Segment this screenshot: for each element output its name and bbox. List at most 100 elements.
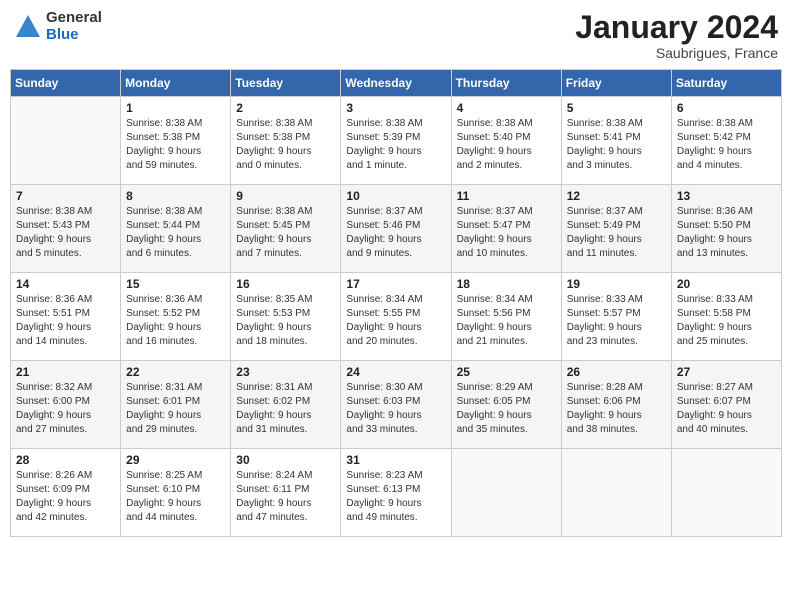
- day-info: Sunrise: 8:32 AM Sunset: 6:00 PM Dayligh…: [16, 381, 115, 437]
- day-header-thursday: Thursday: [451, 70, 561, 97]
- calendar-cell: 8 Sunrise: 8:38 AM Sunset: 5:44 PM Daylig…: [121, 185, 231, 273]
- calendar-cell: 20Sunrise: 8:33 AM Sunset: 5:58 PM Dayli…: [671, 273, 781, 361]
- day-info: Sunrise: 8:33 AM Sunset: 5:57 PM Dayligh…: [567, 293, 666, 349]
- calendar-cell: 24 Sunrise: 8:30 AM Sunset: 6:03 PM Dayli…: [341, 361, 451, 449]
- day-info: Sunrise: 8:38 AM Sunset: 5:38 PM Dayligh…: [126, 117, 225, 173]
- day-header-monday: Monday: [121, 70, 231, 97]
- logo: General Blue: [14, 10, 102, 43]
- calendar-cell: 19Sunrise: 8:33 AM Sunset: 5:57 PM Dayli…: [561, 273, 671, 361]
- day-number: 11: [457, 189, 556, 203]
- day-info: Sunrise: 8:25 AM Sunset: 6:10 PM Dayligh…: [126, 469, 225, 525]
- day-number: 4: [457, 101, 556, 115]
- week-row-4: 21 Sunrise: 8:32 AM Sunset: 6:00 PM Dayli…: [11, 361, 782, 449]
- day-info: Sunrise: 8:38 AM Sunset: 5:43 PM Dayligh…: [16, 205, 115, 261]
- day-info: Sunrise: 8:26 AM Sunset: 6:09 PM Dayligh…: [16, 469, 115, 525]
- day-info: Sunrise: 8:37 AM Sunset: 5:49 PM Dayligh…: [567, 205, 666, 261]
- day-number: 27: [677, 365, 776, 379]
- day-number: 8: [126, 189, 225, 203]
- day-number: 10: [346, 189, 445, 203]
- day-number: 31: [346, 453, 445, 467]
- calendar-cell: 15 Sunrise: 8:36 AM Sunset: 5:52 PM Dayli…: [121, 273, 231, 361]
- day-info: Sunrise: 8:38 AM Sunset: 5:44 PM Dayligh…: [126, 205, 225, 261]
- day-info: Sunrise: 8:38 AM Sunset: 5:45 PM Dayligh…: [236, 205, 335, 261]
- calendar-cell: 14 Sunrise: 8:36 AM Sunset: 5:51 PM Dayli…: [11, 273, 121, 361]
- day-number: 3: [346, 101, 445, 115]
- day-info: Sunrise: 8:38 AM Sunset: 5:41 PM Dayligh…: [567, 117, 666, 173]
- day-number: 15: [126, 277, 225, 291]
- day-info: Sunrise: 8:28 AM Sunset: 6:06 PM Dayligh…: [567, 381, 666, 437]
- day-info: Sunrise: 8:37 AM Sunset: 5:47 PM Dayligh…: [457, 205, 556, 261]
- week-row-5: 28 Sunrise: 8:26 AM Sunset: 6:09 PM Dayli…: [11, 449, 782, 537]
- day-info: Sunrise: 8:38 AM Sunset: 5:38 PM Dayligh…: [236, 117, 335, 173]
- calendar-cell: 22 Sunrise: 8:31 AM Sunset: 6:01 PM Dayli…: [121, 361, 231, 449]
- calendar-cell: 3 Sunrise: 8:38 AM Sunset: 5:39 PM Daylig…: [341, 97, 451, 185]
- calendar-cell: 26 Sunrise: 8:28 AM Sunset: 6:06 PM Dayli…: [561, 361, 671, 449]
- calendar-cell: 29 Sunrise: 8:25 AM Sunset: 6:10 PM Dayli…: [121, 449, 231, 537]
- day-number: 25: [457, 365, 556, 379]
- day-info: Sunrise: 8:34 AM Sunset: 5:55 PM Dayligh…: [346, 293, 445, 349]
- day-info: Sunrise: 8:35 AM Sunset: 5:53 PM Dayligh…: [236, 293, 335, 349]
- day-number: 22: [126, 365, 225, 379]
- day-info: Sunrise: 8:31 AM Sunset: 6:01 PM Dayligh…: [126, 381, 225, 437]
- calendar-cell: 7Sunrise: 8:38 AM Sunset: 5:43 PM Daylig…: [11, 185, 121, 273]
- day-number: 26: [567, 365, 666, 379]
- day-number: 18: [457, 277, 556, 291]
- day-info: Sunrise: 8:36 AM Sunset: 5:52 PM Dayligh…: [126, 293, 225, 349]
- day-number: 24: [346, 365, 445, 379]
- day-info: Sunrise: 8:31 AM Sunset: 6:02 PM Dayligh…: [236, 381, 335, 437]
- day-number: 23: [236, 365, 335, 379]
- day-number: 29: [126, 453, 225, 467]
- day-header-wednesday: Wednesday: [341, 70, 451, 97]
- calendar-cell: 21 Sunrise: 8:32 AM Sunset: 6:00 PM Dayli…: [11, 361, 121, 449]
- day-info: Sunrise: 8:36 AM Sunset: 5:50 PM Dayligh…: [677, 205, 776, 261]
- calendar-cell: 6Sunrise: 8:38 AM Sunset: 5:42 PM Daylig…: [671, 97, 781, 185]
- header: General Blue January 2024 Saubrigues, Fr…: [10, 10, 782, 61]
- calendar-cell: [451, 449, 561, 537]
- logo-icon: [14, 13, 42, 41]
- logo-blue-text: Blue: [46, 27, 102, 44]
- week-row-3: 14 Sunrise: 8:36 AM Sunset: 5:51 PM Dayli…: [11, 273, 782, 361]
- day-number: 20: [677, 277, 776, 291]
- calendar-cell: 23 Sunrise: 8:31 AM Sunset: 6:02 PM Dayli…: [231, 361, 341, 449]
- week-row-1: 1 Sunrise: 8:38 AM Sunset: 5:38 PM Daylig…: [11, 97, 782, 185]
- day-number: 1: [126, 101, 225, 115]
- calendar-cell: [671, 449, 781, 537]
- calendar-cell: 5 Sunrise: 8:38 AM Sunset: 5:41 PM Daylig…: [561, 97, 671, 185]
- day-header-friday: Friday: [561, 70, 671, 97]
- day-number: 17: [346, 277, 445, 291]
- day-info: Sunrise: 8:34 AM Sunset: 5:56 PM Dayligh…: [457, 293, 556, 349]
- calendar-table: SundayMondayTuesdayWednesdayThursdayFrid…: [10, 69, 782, 537]
- day-number: 28: [16, 453, 115, 467]
- title-area: January 2024 Saubrigues, France: [575, 10, 778, 61]
- day-info: Sunrise: 8:24 AM Sunset: 6:11 PM Dayligh…: [236, 469, 335, 525]
- calendar-cell: 12 Sunrise: 8:37 AM Sunset: 5:49 PM Dayli…: [561, 185, 671, 273]
- logo-text: General Blue: [46, 10, 102, 43]
- day-info: Sunrise: 8:36 AM Sunset: 5:51 PM Dayligh…: [16, 293, 115, 349]
- day-number: 13: [677, 189, 776, 203]
- day-number: 12: [567, 189, 666, 203]
- calendar-cell: 17 Sunrise: 8:34 AM Sunset: 5:55 PM Dayli…: [341, 273, 451, 361]
- calendar-cell: 1 Sunrise: 8:38 AM Sunset: 5:38 PM Daylig…: [121, 97, 231, 185]
- day-info: Sunrise: 8:38 AM Sunset: 5:39 PM Dayligh…: [346, 117, 445, 173]
- day-headers-row: SundayMondayTuesdayWednesdayThursdayFrid…: [11, 70, 782, 97]
- calendar-cell: 10Sunrise: 8:37 AM Sunset: 5:46 PM Dayli…: [341, 185, 451, 273]
- day-number: 14: [16, 277, 115, 291]
- location-title: Saubrigues, France: [575, 45, 778, 61]
- day-number: 30: [236, 453, 335, 467]
- calendar-cell: 13 Sunrise: 8:36 AM Sunset: 5:50 PM Dayli…: [671, 185, 781, 273]
- calendar-cell: 18 Sunrise: 8:34 AM Sunset: 5:56 PM Dayli…: [451, 273, 561, 361]
- day-info: Sunrise: 8:30 AM Sunset: 6:03 PM Dayligh…: [346, 381, 445, 437]
- calendar-cell: 30 Sunrise: 8:24 AM Sunset: 6:11 PM Dayli…: [231, 449, 341, 537]
- day-info: Sunrise: 8:38 AM Sunset: 5:42 PM Dayligh…: [677, 117, 776, 173]
- week-row-2: 7Sunrise: 8:38 AM Sunset: 5:43 PM Daylig…: [11, 185, 782, 273]
- day-info: Sunrise: 8:29 AM Sunset: 6:05 PM Dayligh…: [457, 381, 556, 437]
- day-number: 5: [567, 101, 666, 115]
- day-number: 21: [16, 365, 115, 379]
- day-number: 16: [236, 277, 335, 291]
- day-header-saturday: Saturday: [671, 70, 781, 97]
- calendar-cell: 2Sunrise: 8:38 AM Sunset: 5:38 PM Daylig…: [231, 97, 341, 185]
- logo-general-text: General: [46, 10, 102, 27]
- calendar-cell: 25 Sunrise: 8:29 AM Sunset: 6:05 PM Dayli…: [451, 361, 561, 449]
- day-number: 9: [236, 189, 335, 203]
- day-info: Sunrise: 8:27 AM Sunset: 6:07 PM Dayligh…: [677, 381, 776, 437]
